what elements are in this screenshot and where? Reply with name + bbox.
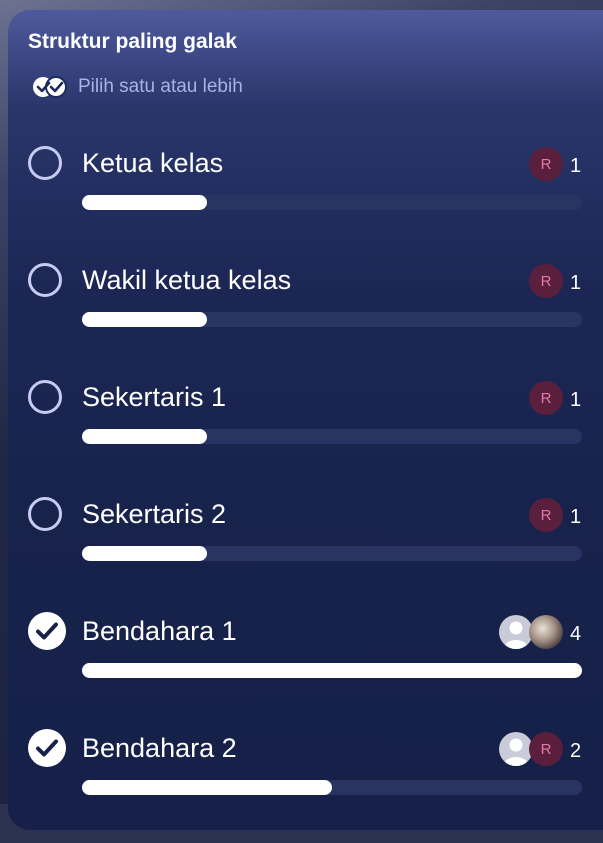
vote-bar-track [82,195,582,210]
vote-bar-fill [82,429,207,444]
poll-option-sekertaris-2[interactable]: Sekertaris 2 R 1 [0,491,603,609]
vote-bar-track [82,312,582,327]
radio-circle-icon[interactable] [28,380,62,414]
check-circle-icon[interactable] [28,612,66,650]
hint-text: Pilih satu atau lebih [78,76,243,97]
option-label: Sekertaris 2 [82,499,227,529]
check-circle-icon[interactable] [28,729,66,767]
vote-bar-fill [82,663,582,678]
checkmark-icon [36,739,58,757]
voter-avatar-r[interactable]: R [529,498,563,532]
voter-avatar-default[interactable] [499,732,533,766]
option-label: Bendahara 2 [82,733,237,763]
voter-avatar-r[interactable]: R [529,147,563,181]
vote-bar-fill [82,546,207,561]
vote-bar-track [82,663,582,678]
voter-avatar-r[interactable]: R [529,264,563,298]
vote-bar-fill [82,312,207,327]
option-label: Bendahara 1 [82,616,237,646]
vote-count[interactable]: 1 [570,389,581,412]
poll-option-ketua-kelas[interactable]: Ketua kelas R 1 [0,140,603,258]
vote-count[interactable]: 1 [570,506,581,529]
poll-option-sekertaris-1[interactable]: Sekertaris 1 R 1 [0,374,603,492]
option-label: Ketua kelas [82,148,224,178]
voter-avatar-r[interactable]: R [529,381,563,415]
default-avatar-icon [503,738,529,766]
vote-count[interactable]: 4 [570,623,581,646]
option-label: Sekertaris 1 [82,382,227,412]
poll-option-wakil-ketua-kelas[interactable]: Wakil ketua kelas R 1 [0,257,603,375]
poll-hint: Pilih satu atau lebih [32,76,243,98]
vote-bar-fill [82,780,332,795]
double-check-icon [33,76,67,98]
voter-avatar-default[interactable] [499,615,533,649]
vote-count[interactable]: 1 [570,272,581,295]
option-label: Wakil ketua kelas [82,265,292,295]
vote-bar-track [82,780,582,795]
vote-count[interactable]: 1 [570,155,581,178]
radio-circle-icon[interactable] [28,263,62,297]
default-avatar-icon [503,621,529,649]
vote-bar-track [82,546,582,561]
vote-bar-track [82,429,582,444]
radio-circle-icon[interactable] [28,497,62,531]
vote-count[interactable]: 2 [570,740,581,763]
radio-circle-icon[interactable] [28,146,62,180]
voter-avatar-r[interactable]: R [529,732,563,766]
poll-title: Struktur paling galak [28,30,237,53]
checkmark-icon [36,622,58,640]
vote-bar-fill [82,195,207,210]
voter-avatar-photo[interactable] [529,615,563,649]
poll-option-bendahara-2[interactable]: Bendahara 2 R 2 [0,725,603,843]
poll-option-bendahara-1[interactable]: Bendahara 1 4 [0,608,603,726]
